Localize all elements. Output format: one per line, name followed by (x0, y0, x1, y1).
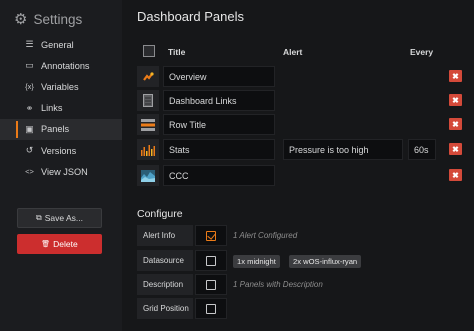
gear-icon: ⚙ (14, 10, 28, 28)
sidebar-item-view-json[interactable]: <> View JSON (0, 161, 122, 182)
configure-label: Description (137, 274, 193, 295)
settings-nav: ☰ General ▭ Annotations {x} Variables ⚭ … (0, 34, 122, 182)
remove-panel-button[interactable]: ✖ (449, 143, 462, 155)
panel-row: Stats Pressure is too high 60s ✖ (137, 139, 468, 160)
alert-name-field[interactable]: Pressure is too high (283, 139, 403, 160)
row-icon (137, 114, 159, 135)
checkbox-icon (206, 279, 216, 290)
link-icon: ⚭ (25, 102, 34, 113)
column-header-title: Title (168, 47, 186, 57)
panel-row: Overview ✖ (137, 66, 468, 87)
trash-icon: 🗑 (41, 241, 51, 248)
sidebar-item-versions[interactable]: ↺ Versions (0, 140, 122, 161)
column-header-alert: Alert (283, 47, 303, 57)
panel-row: Dashboard Links ✖ (137, 90, 468, 111)
checkbox-icon (206, 255, 216, 266)
panel-title-field[interactable]: Dashboard Links (163, 90, 275, 111)
sliders-icon: ☰ (25, 39, 34, 50)
remove-panel-button[interactable]: ✖ (449, 70, 462, 82)
sidebar-item-general[interactable]: ☰ General (0, 34, 122, 55)
configure-label: Alert Info (137, 225, 193, 246)
sidebar-item-label: View JSON (41, 166, 88, 177)
braces-icon: {x} (25, 82, 34, 92)
remove-panel-button[interactable]: ✖ (449, 118, 462, 130)
save-as-button[interactable]: ⧉ Save As... (17, 208, 102, 228)
settings-sidebar: ⚙ Settings ☰ General ▭ Annotations {x} V… (0, 0, 122, 331)
settings-title: Settings (33, 11, 83, 27)
configure-label: Datasource (137, 250, 193, 271)
checkbox-checked-icon (206, 230, 216, 241)
sidebar-item-label: Panels (41, 124, 70, 135)
description-checkbox[interactable] (195, 274, 227, 295)
alert-info-checkbox[interactable] (195, 225, 227, 246)
remove-panel-button[interactable]: ✖ (449, 94, 462, 106)
alert-frequency-field[interactable]: 60s (408, 139, 436, 160)
settings-header: ⚙ Settings (14, 9, 82, 29)
panel-row: Row Title ✖ (137, 114, 468, 135)
grid-position-checkbox[interactable] (195, 298, 227, 319)
delete-label: Delete (53, 239, 78, 249)
singlestat-icon (137, 66, 159, 87)
history-icon: ↺ (25, 145, 34, 156)
panel-title-field[interactable]: Stats (163, 139, 275, 160)
sidebar-item-panels[interactable]: ▣ Panels (0, 118, 122, 140)
datasource-tag: 2x wOS-influx-ryan (289, 255, 362, 268)
graph-icon (137, 139, 159, 160)
comment-icon: ▭ (25, 60, 34, 71)
panel-type-header-icon (143, 45, 155, 57)
datasource-checkbox[interactable] (195, 250, 227, 271)
sidebar-item-links[interactable]: ⚭ Links (0, 98, 122, 119)
code-icon: <> (25, 167, 34, 177)
copy-icon: ⧉ (36, 213, 42, 222)
sidebar-item-label: Annotations (41, 60, 90, 71)
checkbox-icon (206, 303, 216, 314)
configure-label: Grid Position (137, 298, 193, 319)
dashlist-icon (137, 90, 159, 111)
panel-title-field[interactable]: Overview (163, 66, 275, 87)
column-header-every: Every (410, 47, 434, 57)
sidebar-item-variables[interactable]: {x} Variables (0, 76, 122, 97)
remove-panel-button[interactable]: ✖ (449, 169, 462, 181)
datasource-tag: 1x midnight (233, 255, 280, 268)
heatmap-icon (137, 165, 159, 186)
save-as-label: Save As... (44, 213, 83, 223)
sidebar-item-label: Links (41, 103, 63, 114)
delete-dashboard-button[interactable]: 🗑 Delete (17, 234, 102, 254)
sidebar-item-label: Variables (41, 81, 79, 92)
page-title: Dashboard Panels (137, 9, 244, 24)
configure-note: 1 Alert Configured (233, 231, 298, 240)
sidebar-item-annotations[interactable]: ▭ Annotations (0, 55, 122, 76)
panel-title-field[interactable]: Row Title (163, 114, 275, 135)
sidebar-item-label: Versions (41, 145, 77, 156)
panel-row: CCC ✖ (137, 165, 468, 186)
panel-title-field[interactable]: CCC (163, 165, 275, 186)
panel-icon: ▣ (25, 123, 34, 134)
sidebar-item-label: General (41, 39, 74, 50)
configure-note: 1 Panels with Description (233, 280, 323, 289)
configure-title: Configure (137, 208, 183, 220)
